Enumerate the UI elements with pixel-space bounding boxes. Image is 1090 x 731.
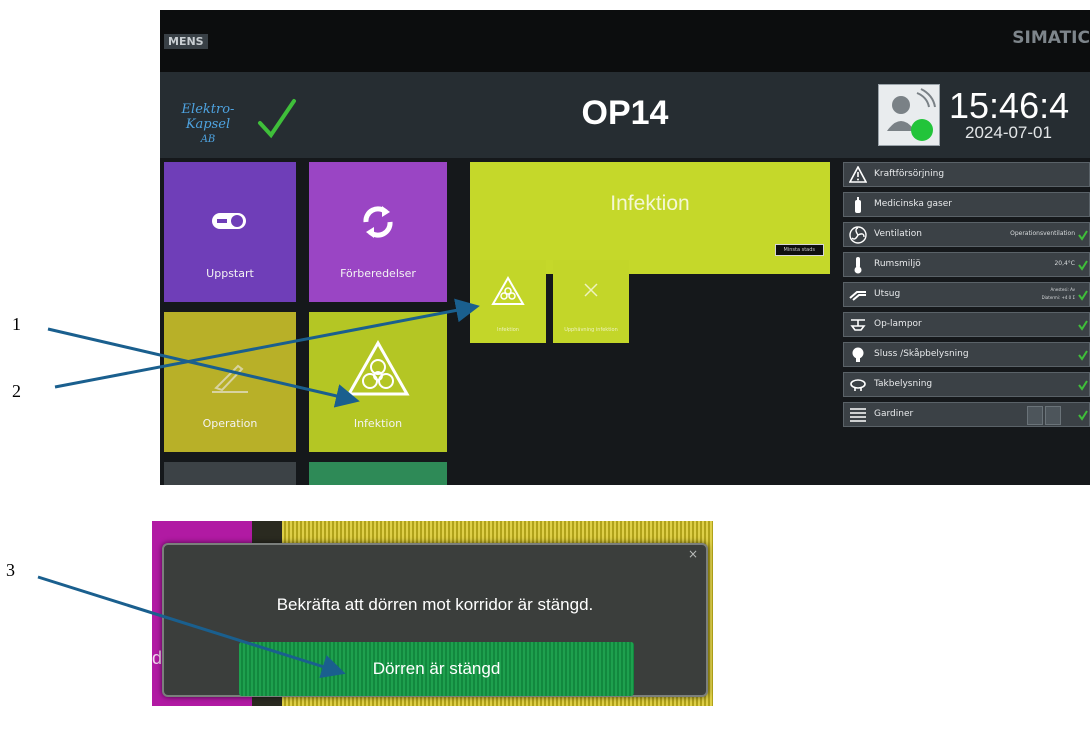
ok-check-icon	[1078, 320, 1088, 331]
close-icon	[584, 283, 598, 297]
tile-infektion[interactable]: Infektion	[309, 312, 447, 452]
biohazard-icon	[491, 276, 525, 305]
tile-label: Upphävning infektion	[564, 327, 618, 333]
status-row-medicinska-gaser[interactable]: Medicinska gaser	[843, 192, 1090, 217]
hmi-screenshot: MENS SIMATIC Elektro-Kapsel AB OP14 15:4…	[160, 10, 1090, 485]
user-icon	[887, 88, 936, 141]
ok-check-icon	[1078, 350, 1088, 361]
status-row-op-lampor[interactable]: Op-lampor	[843, 312, 1090, 337]
tile-label: Operation	[202, 417, 258, 430]
infection-activate-button[interactable]: Infektion	[470, 260, 546, 343]
tile-partial[interactable]	[164, 462, 296, 485]
status-label: Rumsmiljö	[874, 259, 921, 269]
status-label: Takbelysning	[874, 379, 933, 389]
infection-mode-button[interactable]: Infektion Minsta stads	[470, 162, 830, 274]
status-label: Gardiner	[874, 409, 914, 419]
toggle-switch-icon	[212, 213, 246, 229]
status-row-kraftforsorjning[interactable]: Kraftförsörjning	[843, 162, 1090, 187]
status-label: Kraftförsörjning	[874, 169, 945, 179]
status-value: Operationsventilation	[1010, 230, 1075, 237]
status-value-line: Anestesi: Av	[1050, 287, 1075, 292]
tile-operation[interactable]: Operation	[164, 312, 296, 452]
status-label: Op-lampor	[874, 319, 922, 329]
monitor-bezel: MENS SIMATIC	[160, 10, 1090, 72]
warning-icon	[849, 166, 867, 183]
curtain-button[interactable]	[1027, 406, 1043, 425]
status-value: 20,4°C	[1054, 260, 1075, 267]
callout-number: 3	[6, 560, 15, 580]
status-label: Utsug	[874, 289, 901, 299]
user-login-button[interactable]	[878, 84, 940, 146]
close-icon[interactable]: ×	[688, 547, 698, 561]
infection-cancel-button[interactable]: Upphävning infektion	[553, 260, 629, 343]
status-row-rumsmiljo[interactable]: Rumsmiljö 20,4°C	[843, 252, 1090, 277]
ok-check-icon	[1078, 410, 1088, 421]
tile-label: Infektion	[497, 327, 519, 333]
clock-time: 15:46:4	[949, 85, 1070, 126]
infection-title: Infektion	[610, 192, 690, 215]
status-row-ventilation[interactable]: Ventilation Operationsventilation	[843, 222, 1090, 247]
partial-text: d	[152, 648, 163, 668]
exhaust-icon	[849, 291, 866, 301]
tile-partial[interactable]	[309, 462, 447, 485]
fan-icon	[849, 226, 867, 244]
tile-label: Infektion	[353, 417, 403, 430]
callout-number: 1	[12, 314, 21, 334]
status-label: Sluss /Skåpbelysning	[874, 349, 969, 359]
status-row-gardiner[interactable]: Gardiner	[843, 402, 1090, 427]
door-closed-confirm-button[interactable]: Dörren är stängd	[239, 642, 634, 696]
confirm-dialog: × Bekräfta att dörren mot korridor är st…	[162, 543, 708, 697]
ok-check-icon	[1078, 290, 1088, 301]
refresh-icon	[363, 206, 393, 238]
ok-check-icon	[1078, 260, 1088, 271]
surgical-lamp-icon	[850, 319, 866, 331]
dialog-screenshot: d × Bekräfta att dörren mot korridor är …	[152, 521, 713, 706]
callout-number: 2	[12, 381, 21, 401]
lightbulb-icon	[852, 347, 864, 362]
status-row-sluss-skapbelysning[interactable]: Sluss /Skåpbelysning	[843, 342, 1090, 367]
clock-date: 2024-07-01	[965, 123, 1052, 142]
blinds-icon	[850, 408, 866, 422]
product-label: SIMATIC	[1012, 28, 1090, 48]
status-value: Anestesi: Av Diatermi: +4 0 Σ	[1042, 286, 1075, 302]
status-row-utsug[interactable]: Utsug Anestesi: Av Diatermi: +4 0 Σ	[843, 282, 1090, 307]
logo-subtext: AB	[200, 134, 216, 145]
biohazard-icon	[346, 340, 410, 396]
status-badge: Minsta stads	[774, 244, 824, 256]
brand-label: MENS	[164, 34, 208, 49]
tile-uppstart[interactable]: Uppstart	[164, 162, 296, 302]
header-bar: Elektro-Kapsel AB OP14 15:46:4 2024-07-0…	[160, 72, 1090, 158]
dialog-message: Bekräfta att dörren mot korridor är stän…	[276, 595, 594, 614]
ok-check-icon	[1078, 230, 1088, 241]
scalpel-icon	[212, 364, 248, 393]
gas-cylinder-icon	[855, 197, 861, 213]
status-label: Ventilation	[874, 229, 922, 239]
tile-label: Förberedelser	[340, 267, 416, 280]
tile-label: Uppstart	[206, 267, 254, 280]
status-label: Medicinska gaser	[874, 199, 952, 209]
ceiling-light-icon	[850, 379, 866, 391]
status-value-line: Diatermi: +4 0 Σ	[1041, 295, 1075, 300]
ok-check-icon	[1078, 380, 1088, 391]
status-row-takbelysning[interactable]: Takbelysning	[843, 372, 1090, 397]
curtain-button[interactable]	[1045, 406, 1061, 425]
tile-forberedelser[interactable]: Förberedelser	[309, 162, 447, 302]
thermometer-icon	[854, 257, 862, 274]
